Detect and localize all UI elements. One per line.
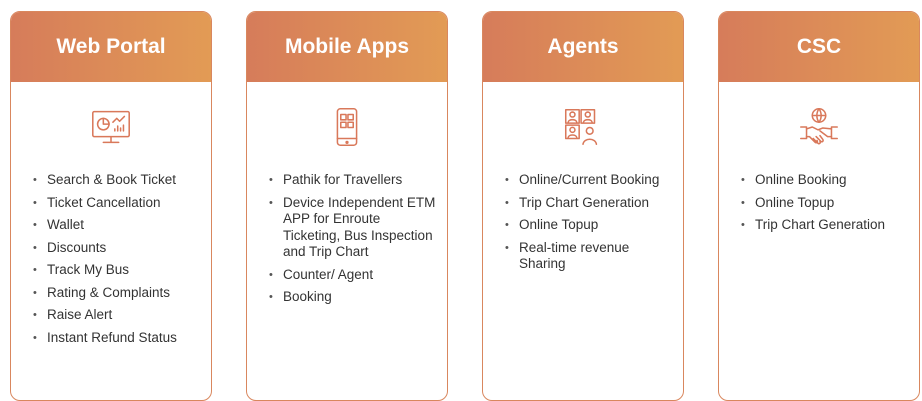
card-title: CSC [796,35,842,58]
card-mobile-apps: Mobile Apps Pathik for Travellers Device… [246,11,448,401]
card-header: Mobile Apps [247,12,447,82]
feature-list: Online/Current Booking Trip Chart Genera… [483,172,683,273]
list-item: Discounts [33,240,201,257]
list-item: Wallet [33,217,201,234]
card-title: Agents [547,35,619,58]
feature-list: Search & Book Ticket Ticket Cancellation… [11,172,211,346]
list-item: Raise Alert [33,307,201,324]
service-channels-diagram: Web Portal Search & Book Ticket Ticket C… [0,0,922,401]
card-header: Web Portal [11,12,211,82]
list-item: Search & Book Ticket [33,172,201,189]
feature-list: Pathik for Travellers Device Independent… [247,172,447,306]
feature-list: Online Booking Online Topup Trip Chart G… [719,172,919,234]
card-title: Mobile Apps [284,35,410,58]
list-item: Trip Chart Generation [741,217,909,234]
handshake-globe-icon [719,82,919,172]
list-item: Booking [269,289,437,306]
mobile-app-icon [247,82,447,172]
card-header: Agents [483,12,683,82]
list-item: Rating & Complaints [33,285,201,302]
list-item: Online Topup [505,217,673,234]
list-item: Real-time revenue Sharing [505,240,673,273]
list-item: Device Independent ETM APP for Enroute T… [269,195,437,261]
list-item: Online Booking [741,172,909,189]
card-header: CSC [719,12,919,82]
card-web-portal: Web Portal Search & Book Ticket Ticket C… [10,11,212,401]
list-item: Online Topup [741,195,909,212]
list-item: Instant Refund Status [33,330,201,347]
card-agents: Agents Online/Current Booking Trip Chart… [482,11,684,401]
list-item: Pathik for Travellers [269,172,437,189]
monitor-dashboard-icon [11,82,211,172]
list-item: Online/Current Booking [505,172,673,189]
card-csc: CSC Online Booking Online Topup Trip Cha… [718,11,920,401]
card-title: Web Portal [56,35,166,58]
list-item: Ticket Cancellation [33,195,201,212]
agents-icon [483,82,683,172]
list-item: Track My Bus [33,262,201,279]
list-item: Trip Chart Generation [505,195,673,212]
list-item: Counter/ Agent [269,267,437,284]
